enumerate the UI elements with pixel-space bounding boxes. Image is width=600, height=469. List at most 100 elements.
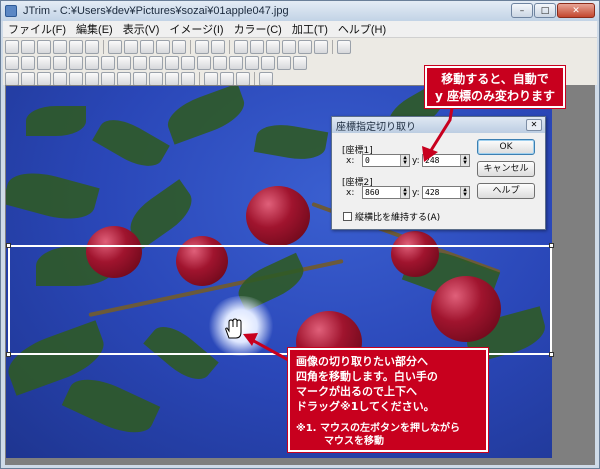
menu-color[interactable]: カラー(C) <box>229 21 287 37</box>
zoom-in-icon[interactable] <box>220 72 234 86</box>
coord2-y-value: 428 <box>425 188 440 197</box>
open-file-icon[interactable] <box>21 40 35 54</box>
callout-bottom-line4: ドラッグ※1してください。 <box>296 400 435 413</box>
layout-icon[interactable] <box>314 40 328 54</box>
title-bar: JTrim - C:¥Users¥dev¥Pictures¥sozai¥01ap… <box>1 1 599 21</box>
filter-4-icon[interactable] <box>53 72 67 86</box>
coord1-x-field[interactable]: 0 ▲ ▼ <box>362 154 410 167</box>
undo-icon[interactable] <box>195 40 209 54</box>
view-mode-icon[interactable] <box>337 40 351 54</box>
coord1-y-label: y: <box>412 156 420 166</box>
redo-icon[interactable] <box>211 40 225 54</box>
minimize-button[interactable]: – <box>511 3 533 18</box>
aspect-ratio-option[interactable]: 縦横比を維持する(A) <box>343 210 440 223</box>
flip-vertical-icon[interactable] <box>69 56 83 70</box>
hand-tool-icon[interactable] <box>172 40 186 54</box>
select-all-icon[interactable] <box>37 56 51 70</box>
aspect-ratio-label: 縦横比を維持する(A) <box>355 213 441 223</box>
spinner-icon[interactable]: ▲ ▼ <box>400 187 409 198</box>
hue-icon[interactable] <box>181 56 195 70</box>
blur-icon[interactable] <box>261 56 275 70</box>
grayscale-icon[interactable] <box>197 56 211 70</box>
crop-tool-icon[interactable] <box>5 56 19 70</box>
rotate-icon[interactable] <box>266 40 280 54</box>
contrast-icon[interactable] <box>149 56 163 70</box>
flip-horizontal-icon[interactable] <box>53 56 67 70</box>
resize-handle[interactable] <box>549 243 554 248</box>
menu-view[interactable]: 表示(V) <box>118 21 165 37</box>
menu-process[interactable]: 加工(T) <box>287 21 333 37</box>
paste-icon[interactable] <box>124 40 138 54</box>
frame-icon[interactable] <box>298 40 312 54</box>
gamma-icon[interactable] <box>165 56 179 70</box>
rotate-left-icon[interactable] <box>85 56 99 70</box>
canvas-icon[interactable] <box>117 56 131 70</box>
brightness-icon[interactable] <box>133 56 147 70</box>
toolbar-separator <box>254 72 255 86</box>
resize-handle[interactable] <box>6 352 11 357</box>
menu-file[interactable]: ファイル(F) <box>3 21 71 37</box>
copy-icon[interactable] <box>108 40 122 54</box>
toolbar-separator <box>229 40 230 54</box>
filter-2-icon[interactable] <box>21 72 35 86</box>
sepia-icon[interactable] <box>213 56 227 70</box>
spinner-icon[interactable]: ▲ ▼ <box>400 155 409 166</box>
coord1-y-field[interactable]: 248 ▲ ▼ <box>422 154 470 167</box>
spinner-icon[interactable]: ▲ ▼ <box>460 155 469 166</box>
trim-icon[interactable] <box>250 40 264 54</box>
coord1-x-label: x: <box>346 156 355 166</box>
save-as-icon[interactable] <box>69 40 83 54</box>
leaf <box>162 86 250 145</box>
resize-icon[interactable] <box>234 40 248 54</box>
stamp-icon[interactable] <box>181 72 195 86</box>
coord2-x-value: 860 <box>365 188 380 197</box>
print-preview-icon[interactable] <box>85 40 99 54</box>
menu-image[interactable]: イメージ(I) <box>164 21 228 37</box>
close-button[interactable]: ✕ <box>557 3 595 18</box>
coord2-x-field[interactable]: 860 ▲ ▼ <box>362 186 410 199</box>
shadow-icon[interactable] <box>149 72 163 86</box>
color-icon[interactable] <box>282 40 296 54</box>
eyedropper-icon[interactable] <box>259 72 273 86</box>
help-button[interactable]: ヘルプ <box>477 183 535 199</box>
menu-help[interactable]: ヘルプ(H) <box>333 21 391 37</box>
edge-icon[interactable] <box>101 72 115 86</box>
callout-spacer <box>296 414 480 422</box>
filter-3-icon[interactable] <box>37 72 51 86</box>
dropper-icon[interactable] <box>277 56 291 70</box>
crop-selection-rectangle[interactable] <box>6 243 554 357</box>
callout-top-line1: 移動すると、自動で <box>441 72 549 86</box>
fill-icon[interactable] <box>293 56 307 70</box>
coord2-y-field[interactable]: 428 ▲ ▼ <box>422 186 470 199</box>
leaf <box>26 106 86 136</box>
negative-icon[interactable] <box>229 56 243 70</box>
maximize-button[interactable]: □ <box>534 3 556 18</box>
zoom-menu-icon[interactable] <box>204 72 218 86</box>
cancel-button[interactable]: キャンセル <box>477 161 535 177</box>
zoom-out-icon[interactable] <box>236 72 250 86</box>
filter-1-icon[interactable] <box>5 72 19 86</box>
ok-button[interactable]: OK <box>477 139 535 155</box>
new-file-icon[interactable] <box>5 40 19 54</box>
save-icon[interactable] <box>53 40 67 54</box>
resize-handle[interactable] <box>549 352 554 357</box>
mosaic-icon[interactable] <box>69 72 83 86</box>
folder-icon[interactable] <box>37 40 51 54</box>
spinner-icon[interactable]: ▲ ▼ <box>460 187 469 198</box>
posterize-icon[interactable] <box>133 72 147 86</box>
clipboard-icon[interactable] <box>156 40 170 54</box>
toolbar-separator <box>332 40 333 54</box>
emboss-icon[interactable] <box>85 72 99 86</box>
selection-tool-icon[interactable] <box>21 56 35 70</box>
coord2-x-label: x: <box>346 188 355 198</box>
rotate-right-icon[interactable] <box>101 56 115 70</box>
aspect-ratio-checkbox[interactable] <box>343 212 352 221</box>
noise-icon[interactable] <box>117 72 131 86</box>
resize-handle[interactable] <box>6 243 11 248</box>
paste-new-icon[interactable] <box>140 40 154 54</box>
sharpen-icon[interactable] <box>245 56 259 70</box>
text-icon[interactable] <box>165 72 179 86</box>
callout-note-line1: ※1. マウスの左ボタンを押しながら <box>296 423 460 434</box>
dialog-close-button[interactable]: ✕ <box>526 119 542 131</box>
menu-edit[interactable]: 編集(E) <box>71 21 118 37</box>
